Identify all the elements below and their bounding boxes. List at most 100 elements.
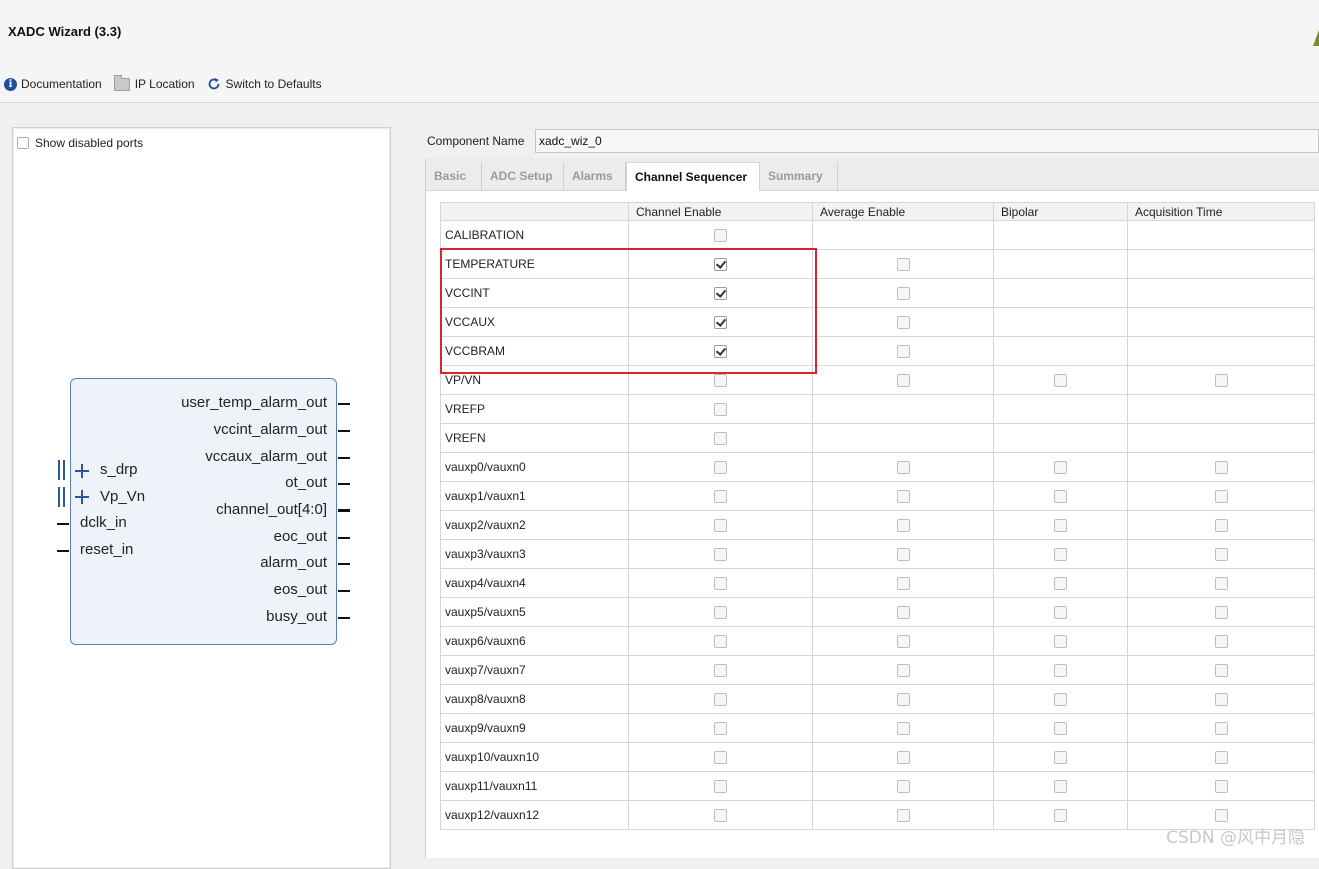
- channel-enable-checkbox[interactable]: [714, 229, 727, 243]
- average-enable-checkbox[interactable]: [896, 316, 910, 330]
- acquisition-time-checkbox[interactable]: [1214, 722, 1228, 736]
- header-average-enable[interactable]: Average Enable: [812, 202, 994, 221]
- bipolar-checkbox[interactable]: [1054, 722, 1067, 736]
- channel-enable-checkbox[interactable]: [714, 316, 727, 330]
- average-enable-checkbox[interactable]: [896, 519, 910, 533]
- xadc-block-symbol: s_drp Vp_Vn dclk_in reset_in user_temp_a…: [57, 378, 350, 645]
- tab-channel-sequencer[interactable]: Channel Sequencer: [626, 162, 760, 191]
- acquisition-time-checkbox[interactable]: [1214, 751, 1228, 765]
- channel-enable-cell: [628, 307, 813, 337]
- switch-defaults-button[interactable]: Switch to Defaults: [207, 77, 322, 91]
- bipolar-checkbox[interactable]: [1054, 606, 1067, 620]
- bipolar-checkbox[interactable]: [1054, 635, 1067, 649]
- channel-enable-checkbox[interactable]: [714, 809, 727, 823]
- average-enable-checkbox[interactable]: [896, 287, 910, 301]
- channel-enable-checkbox[interactable]: [714, 461, 727, 475]
- channel-sequencer-table: Channel Enable Average Enable Bipolar Ac…: [440, 202, 1315, 830]
- channel-enable-checkbox[interactable]: [714, 548, 727, 562]
- documentation-button[interactable]: i Documentation: [4, 77, 102, 91]
- channel-name-cell: vauxp9/vauxn9: [440, 713, 629, 743]
- acquisition-time-checkbox[interactable]: [1214, 780, 1228, 794]
- channel-enable-checkbox[interactable]: [714, 258, 727, 272]
- acquisition-time-checkbox[interactable]: [1214, 548, 1228, 562]
- acquisition-time-checkbox[interactable]: [1214, 664, 1228, 678]
- acquisition-time-checkbox[interactable]: [1214, 693, 1228, 707]
- average-enable-checkbox[interactable]: [896, 548, 910, 562]
- channel-enable-checkbox[interactable]: [714, 664, 727, 678]
- wire-pin: [338, 430, 350, 432]
- acquisition-time-checkbox[interactable]: [1214, 577, 1228, 591]
- component-name-input[interactable]: [535, 129, 1319, 153]
- channel-enable-checkbox[interactable]: [714, 693, 727, 707]
- channel-enable-cell: [628, 800, 813, 830]
- channel-enable-checkbox[interactable]: [714, 432, 727, 446]
- bipolar-cell: [993, 800, 1128, 830]
- channel-enable-checkbox[interactable]: [714, 374, 727, 388]
- expand-plus-icon[interactable]: [75, 464, 89, 478]
- acquisition-time-checkbox[interactable]: [1214, 635, 1228, 649]
- header-acquisition-time[interactable]: Acquisition Time: [1127, 202, 1315, 221]
- channel-enable-checkbox[interactable]: [714, 635, 727, 649]
- channel-enable-cell: [628, 365, 813, 395]
- average-enable-checkbox[interactable]: [896, 809, 910, 823]
- bipolar-cell: [993, 655, 1128, 685]
- channel-enable-checkbox[interactable]: [714, 780, 727, 794]
- header-bipolar[interactable]: Bipolar: [993, 202, 1128, 221]
- acquisition-time-checkbox[interactable]: [1214, 490, 1228, 504]
- average-enable-checkbox[interactable]: [896, 722, 910, 736]
- channel-enable-checkbox[interactable]: [714, 606, 727, 620]
- bipolar-checkbox[interactable]: [1054, 519, 1067, 533]
- bipolar-checkbox[interactable]: [1054, 461, 1067, 475]
- channel-enable-checkbox[interactable]: [714, 490, 727, 504]
- channel-enable-checkbox[interactable]: [714, 751, 727, 765]
- channel-enable-checkbox[interactable]: [714, 519, 727, 533]
- tab-summary[interactable]: Summary: [760, 162, 838, 190]
- channel-enable-checkbox[interactable]: [714, 577, 727, 591]
- acquisition-time-checkbox[interactable]: [1214, 519, 1228, 533]
- average-enable-checkbox[interactable]: [896, 345, 910, 359]
- bipolar-checkbox[interactable]: [1054, 693, 1067, 707]
- average-enable-checkbox[interactable]: [896, 780, 910, 794]
- acquisition-time-cell: [1127, 568, 1315, 598]
- channel-enable-checkbox[interactable]: [714, 403, 727, 417]
- average-enable-checkbox[interactable]: [896, 606, 910, 620]
- show-disabled-ports[interactable]: Show disabled ports: [17, 136, 143, 150]
- expand-plus-icon[interactable]: [75, 490, 89, 504]
- average-enable-checkbox[interactable]: [896, 374, 910, 388]
- average-enable-checkbox[interactable]: [896, 751, 910, 765]
- average-enable-checkbox[interactable]: [896, 577, 910, 591]
- tab-adc-setup[interactable]: ADC Setup: [482, 162, 564, 190]
- header-channel-enable[interactable]: Channel Enable: [628, 202, 813, 221]
- bipolar-cell: [993, 423, 1128, 453]
- bipolar-checkbox[interactable]: [1054, 664, 1067, 678]
- table-row: vauxp4/vauxn4: [440, 568, 1315, 598]
- bipolar-checkbox[interactable]: [1054, 751, 1067, 765]
- tab-bar: Basic ADC Setup Alarms Channel Sequencer…: [426, 158, 1319, 191]
- wire-pin: [338, 617, 350, 619]
- tab-alarms[interactable]: Alarms: [564, 162, 626, 190]
- bipolar-checkbox[interactable]: [1054, 577, 1067, 591]
- channel-enable-checkbox[interactable]: [714, 287, 727, 301]
- average-enable-checkbox[interactable]: [896, 693, 910, 707]
- bipolar-checkbox[interactable]: [1054, 548, 1067, 562]
- acquisition-time-checkbox[interactable]: [1214, 461, 1228, 475]
- tab-basic[interactable]: Basic: [426, 162, 482, 190]
- average-enable-checkbox[interactable]: [896, 258, 910, 272]
- bipolar-checkbox[interactable]: [1054, 780, 1067, 794]
- acquisition-time-checkbox[interactable]: [1214, 606, 1228, 620]
- average-enable-checkbox[interactable]: [896, 635, 910, 649]
- channel-enable-checkbox[interactable]: [714, 345, 727, 359]
- bipolar-checkbox[interactable]: [1054, 809, 1067, 823]
- average-enable-checkbox[interactable]: [896, 664, 910, 678]
- acquisition-time-checkbox[interactable]: [1214, 809, 1228, 823]
- acquisition-time-checkbox[interactable]: [1214, 374, 1228, 388]
- ip-location-button[interactable]: IP Location: [113, 74, 195, 91]
- bipolar-checkbox[interactable]: [1054, 490, 1067, 504]
- channel-enable-checkbox[interactable]: [714, 722, 727, 736]
- show-disabled-checkbox[interactable]: [17, 137, 29, 149]
- average-enable-cell: [812, 394, 994, 424]
- average-enable-checkbox[interactable]: [896, 461, 910, 475]
- acquisition-time-cell: [1127, 771, 1315, 801]
- average-enable-checkbox[interactable]: [896, 490, 910, 504]
- bipolar-checkbox[interactable]: [1054, 374, 1067, 388]
